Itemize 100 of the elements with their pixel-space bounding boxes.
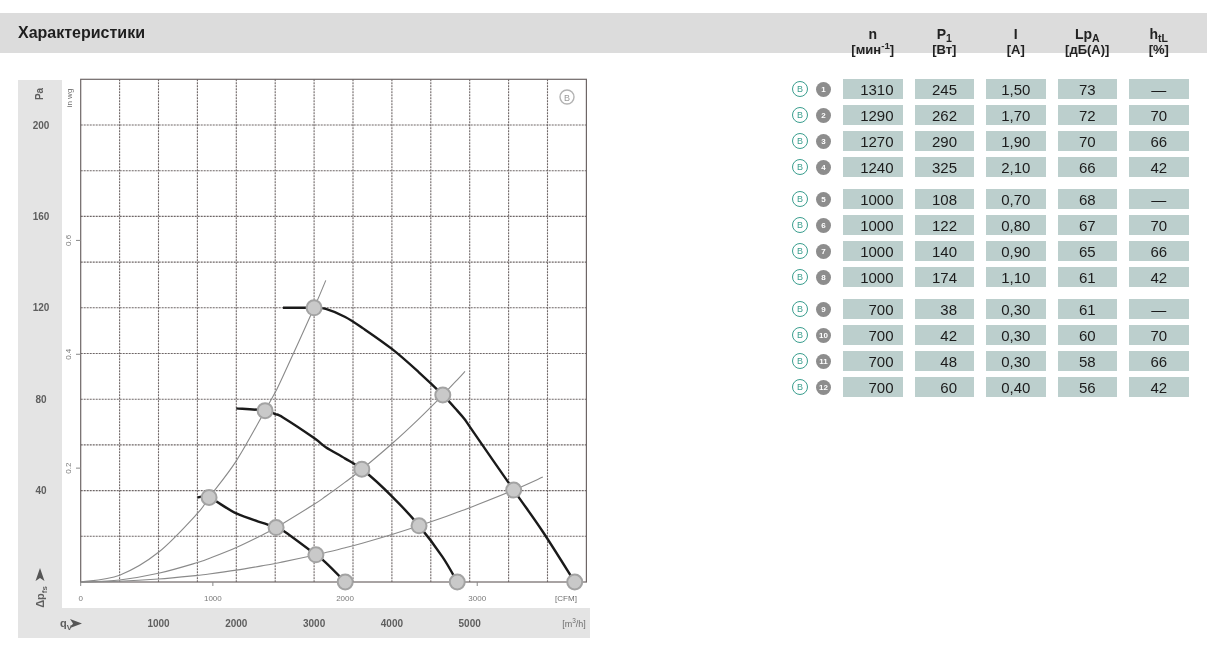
curve-number-badge: 2 [816,107,831,123]
right-arrow-icon [70,619,82,628]
axis-unit-label: [CFM] [555,594,577,603]
curve-number-badge: 5 [816,191,831,207]
mode-badge: B [559,89,575,105]
table-cell: 42 [1129,377,1189,397]
table-cell: 1000 [843,189,903,209]
axis-tick-label: 40 [35,485,47,497]
table-cell: 122 [914,215,974,235]
table-cell: 0,30 [986,325,1046,345]
table-cell: 1,10 [986,267,1046,287]
operating-point-marker [307,546,325,564]
table-cell: 2,10 [986,157,1046,177]
axis-tick-label: 0.4 [64,348,73,360]
table-cell: 1270 [843,131,903,151]
table-cell: 0,30 [986,299,1046,319]
table-cell: 60 [914,377,974,397]
operating-point-marker [505,481,523,499]
curve-number-badge: 9 [816,301,831,317]
axis-tick-label: 3000 [468,594,487,603]
axis-tick-label: 2000 [225,618,248,629]
mode-badge: B [792,81,808,97]
axis-tick-label: 5000 [458,618,481,629]
operating-point-marker [336,573,354,591]
table-cell: 245 [914,79,974,99]
curve-number-badge: 10 [816,327,831,343]
table-cell: 325 [914,157,974,177]
table-cell: 1310 [843,79,903,99]
table-cell: 66 [1129,241,1189,261]
axis-unit-label: in wg [65,88,74,108]
axis-tick-label: 2000 [336,594,354,603]
table-cell: 56 [1057,377,1117,397]
operating-point-marker [448,573,466,591]
table-cell: 58 [1057,351,1117,371]
table-cell: 700 [843,377,903,397]
axis-tick-label: 120 [32,302,50,314]
table-cell: — [1129,299,1189,319]
table-cell: 70 [1129,325,1189,345]
table-cell: 67 [1057,215,1117,235]
table-cell: 61 [1057,299,1117,319]
table-cell: 0,80 [986,215,1046,235]
table-cell: 174 [914,267,974,287]
operating-point-marker [267,519,285,537]
table-cell: 38 [914,299,974,319]
table-cell: 700 [843,299,903,319]
table-cell: 262 [914,105,974,125]
curve-number-badge: 11 [816,353,831,369]
curve-number-badge: 12 [816,379,831,395]
table-cell: 1,50 [986,79,1046,99]
table-cell: 66 [1129,131,1189,151]
curve-number-badge: 3 [816,133,831,149]
table-cell: 0,90 [986,241,1046,261]
curve-number-badge: 1 [816,81,831,97]
table-cell: 0,30 [986,351,1046,371]
table-cell: 70 [1129,215,1189,235]
section-title: Характеристики [18,25,145,41]
axis-tick-label: 1000 [204,594,222,603]
table-cell: — [1129,79,1189,99]
column-unit: [Вт] [932,42,957,58]
table-cell: 61 [1057,267,1117,287]
column-header: I [1013,26,1018,42]
table-cell: 1000 [843,267,903,287]
up-arrow-icon [35,568,45,581]
table-cell: 70 [1129,105,1189,125]
column-header: Lp$_{A}$ [1074,26,1100,42]
axis-tick-label: 80 [35,393,47,405]
table-cell: 42 [1129,157,1189,177]
table-cell: 66 [1129,351,1189,371]
table-cell: 65 [1057,241,1117,261]
axis-tick-label: 0.6 [64,234,73,246]
table-cell: 700 [843,351,903,371]
column-unit: [дБ(A)] [1065,42,1110,58]
table-cell: 290 [914,131,974,151]
axis-unit-label: [m$^{3}$/h] [562,617,586,629]
curve-number-badge: 6 [816,217,831,233]
axis-tick-label: 200 [32,119,50,131]
axis-tick-label: 160 [32,210,50,222]
operating-point-marker [256,402,274,420]
table-cell: 140 [914,241,974,261]
table-cell: 1000 [843,241,903,261]
table-cell: 42 [914,325,974,345]
table-cell: 0,70 [986,189,1046,209]
table-cell: 73 [1057,79,1117,99]
table-cell: 1290 [843,105,903,125]
axis-tick-label: 0.2 [64,462,73,474]
column-unit: [A] [1006,42,1025,58]
curve-number-badge: 4 [816,159,831,175]
table-cell: 66 [1057,157,1117,177]
axis-tick-label: 4000 [380,618,403,629]
table-cell: 68 [1057,189,1117,209]
table-cell: 0,40 [986,377,1046,397]
curve-number-badge: 7 [816,243,831,259]
axis-tick-label: 3000 [303,618,326,629]
column-header: P$_{1}$ [936,26,952,42]
operating-point-marker [200,488,218,506]
column-unit: [%] [1148,42,1169,58]
operating-point-marker [566,573,584,591]
table-cell: 1,90 [986,131,1046,151]
table-cell: 42 [1129,267,1189,287]
operating-point-marker [434,386,452,404]
